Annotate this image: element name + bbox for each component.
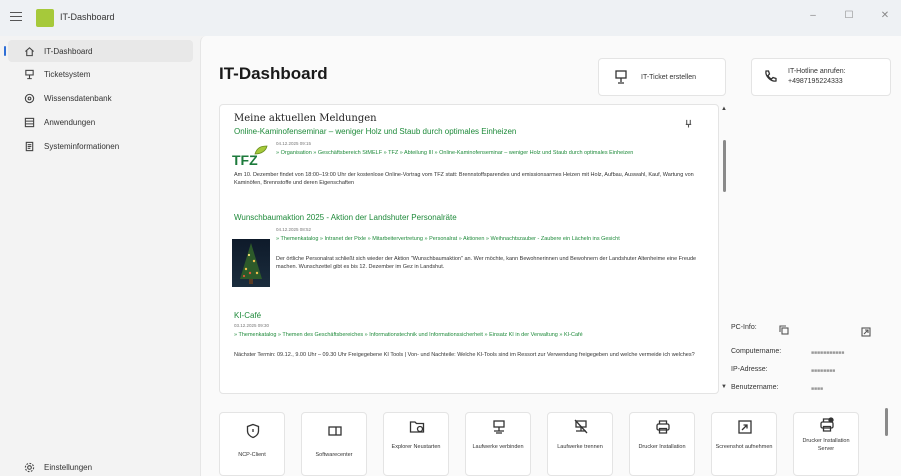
scroll-down-icon[interactable]: ▼ <box>721 384 727 390</box>
tool-softwarecenter[interactable]: Softwarecenter <box>301 412 367 476</box>
page-title: IT-Dashboard <box>219 64 328 83</box>
computername-value: ■■■■■■■■■■■ <box>811 350 845 356</box>
username-label: Benutzername: <box>731 384 779 391</box>
pc-info-panel: PC-Info: Computername: ■■■■■■■■■■■ IP-Ad… <box>731 324 891 400</box>
tool-drucker-installation[interactable]: Drucker Installation <box>629 412 695 476</box>
title-bar: IT-Dashboard – ☐ ✕ <box>0 0 901 36</box>
app-logo <box>36 9 54 27</box>
tool-label: Explorer Neustarten <box>391 444 441 450</box>
computername-label: Computername: <box>731 348 782 355</box>
hamburger-menu-icon[interactable] <box>10 12 22 21</box>
sidebar-item-label: Systeminformationen <box>44 141 120 151</box>
news-entry-date: 03.12.2025 09:30 <box>234 323 270 328</box>
tool-label: Softwarecenter <box>315 452 353 458</box>
tool-ncp-client[interactable]: NCP-Client <box>219 412 285 476</box>
call-hotline-button[interactable]: IT-Hotline anrufen: +4987195224333 <box>751 58 891 96</box>
software-center-icon <box>327 423 343 439</box>
tool-label: NCP-Client <box>238 452 266 458</box>
news-entry-date: 04.12.2025 08:52 <box>276 227 312 232</box>
tool-laufwerke-trennen[interactable]: Laufwerke trennen <box>547 412 613 476</box>
sidebar-item-label: Ticketsystem <box>44 69 91 79</box>
hotline-label: IT-Hotline anrufen: +4987195224333 <box>788 67 846 87</box>
username-value: ■■■■ <box>811 386 824 392</box>
scroll-up-icon[interactable]: ▲ <box>721 106 727 112</box>
tools-bar: NCP-Client Softwarecenter Explorer Neust… <box>219 406 884 476</box>
tool-label: Laufwerke trennen <box>557 444 603 450</box>
tool-laufwerke-verbinden[interactable]: Laufwerke verbinden <box>465 412 531 476</box>
tool-drucker-installation-server[interactable]: Drucker Installation Server <box>793 412 859 476</box>
shield-icon <box>245 423 261 439</box>
pc-info-label: PC-Info: <box>731 324 757 331</box>
scroll-thumb[interactable] <box>723 140 726 192</box>
sidebar-item-label: Wissensdatenbank <box>44 93 112 103</box>
pin-icon[interactable] <box>684 115 694 128</box>
printer-icon <box>655 419 671 435</box>
tool-label: Drucker Installation <box>638 444 686 450</box>
apps-icon <box>22 115 36 129</box>
sidebar-item-wissensdatenbank[interactable]: Wissensdatenbank <box>8 87 193 109</box>
sidebar: IT-Dashboard Ticketsystem Wissensdatenba… <box>0 36 200 476</box>
tool-explorer-neustarten[interactable]: Explorer Neustarten <box>383 412 449 476</box>
create-ticket-label: IT-Ticket erstellen <box>641 73 696 81</box>
minimize-button[interactable]: – <box>807 10 819 21</box>
tool-screenshot-aufnehmen[interactable]: Screenshot aufnehmen <box>711 412 777 476</box>
window-title: IT-Dashboard <box>60 12 115 22</box>
settings-label: Einstellungen <box>44 462 93 472</box>
news-entry-text: Am 10. Dezember findet von 18:00–19:00 U… <box>234 172 694 186</box>
news-scrollbar[interactable]: ▲ ▼ <box>721 106 729 392</box>
news-entry-text: Der örtliche Personalrat schließt sich w… <box>276 256 697 270</box>
news-entry-path[interactable]: » Organisation » Geschäftsbereich StMELF… <box>276 149 706 157</box>
disconnect-drive-icon <box>573 419 589 435</box>
monitor-icon <box>613 69 629 85</box>
news-entry-text: Nächster Termin: 09.12., 9.00 Uhr – 09.3… <box>234 352 695 358</box>
screenshot-icon <box>737 419 753 435</box>
news-header: Meine aktuellen Meldungen <box>234 113 377 124</box>
sidebar-item-systeminformationen[interactable]: Systeminformationen <box>8 135 193 157</box>
tools-scrollbar[interactable] <box>885 408 888 436</box>
window-controls: – ☐ ✕ <box>807 10 891 21</box>
active-indicator <box>4 46 6 56</box>
create-ticket-button[interactable]: IT-Ticket erstellen <box>598 58 726 96</box>
ip-address-value: ■■■■■■■■ <box>811 368 836 374</box>
news-entry-date: 04.12.2025 09:15 <box>276 141 312 146</box>
home-icon <box>22 44 36 58</box>
main-content: IT-Dashboard IT-Ticket erstellen IT-Hotl… <box>200 36 901 476</box>
knowledge-icon <box>22 91 36 105</box>
ticket-icon <box>22 67 36 81</box>
sidebar-item-anwendungen[interactable]: Anwendungen <box>8 111 193 133</box>
sidebar-item-ticketsystem[interactable]: Ticketsystem <box>8 63 193 85</box>
news-entry-path[interactable]: » Themenkatalog » Intranet der Pixle » M… <box>276 235 706 243</box>
phone-icon <box>762 69 778 85</box>
system-info-icon <box>22 139 36 153</box>
news-entry-title[interactable]: Wunschbaumaktion 2025 - Aktion der Lands… <box>234 213 704 222</box>
hotline-title: IT-Hotline anrufen: <box>788 68 846 75</box>
sidebar-item-einstellungen[interactable]: Einstellungen <box>8 456 193 476</box>
printer-server-icon <box>819 417 835 433</box>
copy-icon[interactable] <box>779 322 789 335</box>
news-entry-title[interactable]: KI-Café <box>234 311 704 320</box>
maximize-button[interactable]: ☐ <box>843 10 855 21</box>
news-entry-path[interactable]: » Themenkatalog » Themen des Geschäftsbe… <box>234 331 704 339</box>
tool-label: Screenshot aufnehmen <box>715 444 773 450</box>
news-panel: Meine aktuellen Meldungen Online-Kaminof… <box>219 104 719 394</box>
network-drive-icon <box>491 419 507 435</box>
sidebar-item-it-dashboard[interactable]: IT-Dashboard <box>4 40 193 62</box>
folder-refresh-icon <box>409 419 425 435</box>
news-entry-title[interactable]: Online-Kaminofenseminar – weniger Holz u… <box>234 127 704 136</box>
hotline-number: +4987195224333 <box>788 78 843 85</box>
christmas-tree-image <box>232 239 270 287</box>
tfz-logo: TFZ <box>232 145 268 169</box>
gear-icon <box>22 460 36 474</box>
sidebar-item-label: IT-Dashboard <box>44 46 93 56</box>
sidebar-item-label: Anwendungen <box>44 117 96 127</box>
tool-label: Drucker Installation Server <box>802 438 850 452</box>
export-icon[interactable] <box>861 324 871 337</box>
ip-address-label: IP-Adresse: <box>731 366 768 373</box>
tool-label: Laufwerke verbinden <box>472 444 524 450</box>
close-button[interactable]: ✕ <box>879 10 891 21</box>
